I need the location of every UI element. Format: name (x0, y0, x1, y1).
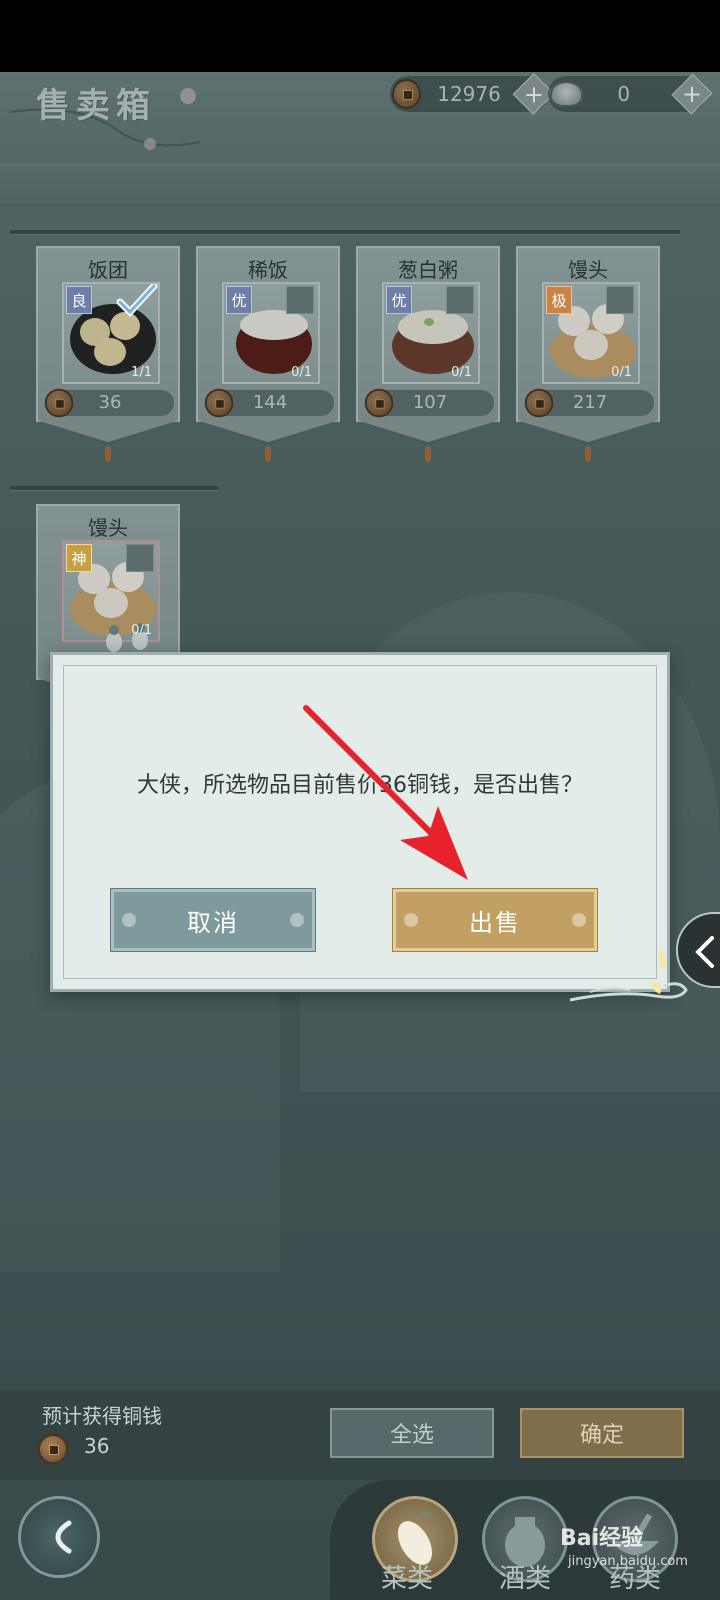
flower-ornament-icon (290, 913, 304, 927)
flower-ornament-icon (572, 913, 586, 927)
cancel-button[interactable]: 取消 (110, 888, 316, 952)
grade-badge: 优 (226, 286, 252, 314)
estimate-label: 预计获得铜钱 (42, 1404, 162, 1428)
dialog-message: 大侠，所选物品目前售价36铜钱，是否出售？ (137, 773, 583, 798)
chevron-left-icon (695, 936, 714, 968)
sell-confirm-dialog: 大侠，所选物品目前售价36铜钱，是否出售？ 取消 出售 (50, 652, 670, 992)
confirm-label: 确定 (579, 1423, 624, 1448)
select-checkbox[interactable] (606, 286, 634, 314)
item-count: 1/1 (131, 365, 152, 380)
select-checkbox[interactable] (286, 286, 314, 314)
game-screen: 售卖箱 12976 + 0 + 饭团 良 1/1 36 稀饭 优 0/1 144… (0, 72, 720, 1600)
item-count: 0/1 (611, 365, 632, 380)
copper-coin-icon (38, 1434, 68, 1464)
estimate-value: 36 (84, 1434, 110, 1458)
watermark-url: jingyan.baidu.com (568, 1554, 688, 1569)
flower-ornament-icon (122, 913, 136, 927)
item-count: 0/1 (131, 623, 152, 638)
item-count: 0/1 (451, 365, 472, 380)
sell-button-label: 出售 (469, 908, 521, 937)
category-dishes-label: 菜类 (380, 1564, 433, 1594)
select-all-label: 全选 (389, 1423, 434, 1448)
grade-badge: 良 (66, 286, 92, 314)
flower-ornament-icon (404, 913, 418, 927)
grade-badge: 神 (66, 544, 92, 572)
item-count: 0/1 (291, 365, 312, 380)
cancel-button-label: 取消 (187, 908, 239, 937)
select-all-button[interactable]: 全选 (330, 1408, 494, 1458)
select-checkbox[interactable] (446, 286, 474, 314)
back-button[interactable] (18, 1496, 100, 1578)
confirm-button[interactable]: 确定 (520, 1408, 684, 1458)
grade-badge: 极 (546, 286, 572, 314)
select-checkbox[interactable] (126, 544, 154, 572)
checkmark-icon (116, 284, 158, 318)
watermark-logo: Bai经验 (560, 1526, 644, 1551)
back-arrow-icon (55, 1520, 72, 1554)
category-wine-label: 酒类 (498, 1564, 551, 1594)
sell-button[interactable]: 出售 (392, 888, 598, 952)
grade-badge: 优 (386, 286, 412, 314)
